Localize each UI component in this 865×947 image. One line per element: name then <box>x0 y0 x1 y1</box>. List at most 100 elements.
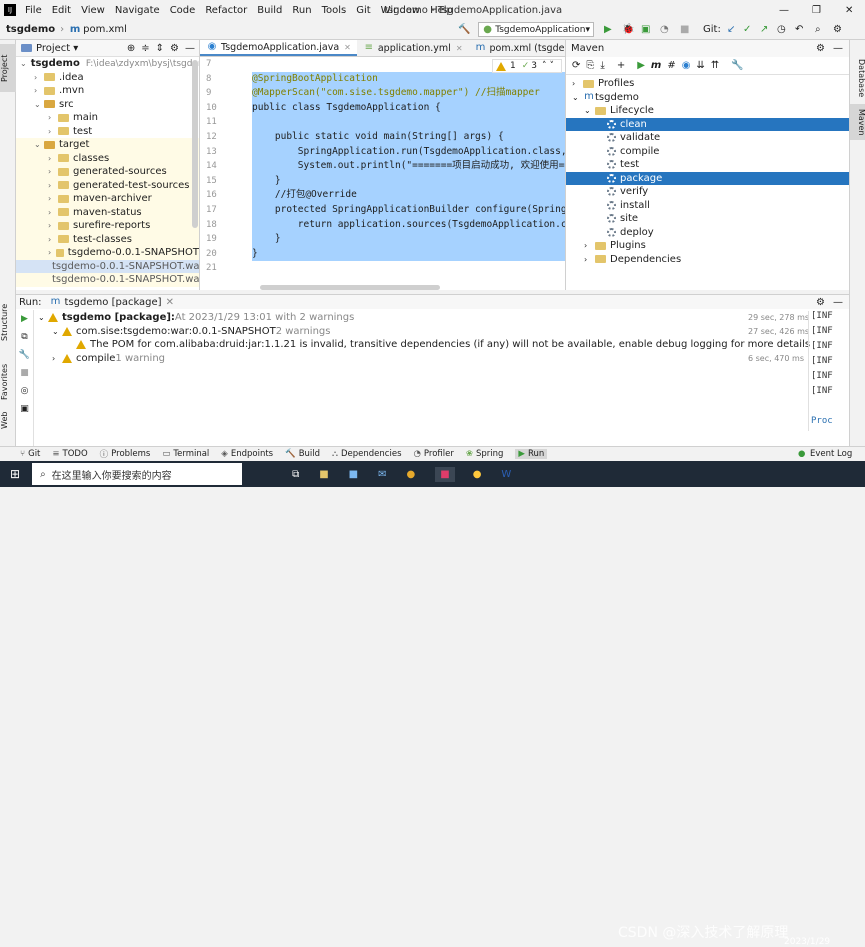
expand-arrow-icon[interactable]: › <box>584 241 595 250</box>
expand-arrow-icon[interactable]: › <box>48 208 58 217</box>
eye-icon[interactable]: ◎ <box>16 382 33 400</box>
gear-icon[interactable]: ⚙ <box>816 43 825 54</box>
maven-tree-item[interactable]: validate <box>566 131 849 145</box>
project-tree-item[interactable]: › surefire-reports <box>16 219 199 233</box>
project-tree-item[interactable]: › .idea <box>16 71 199 85</box>
project-tree-item[interactable]: › tsgdemo-0.0.1-SNAPSHOT <box>16 246 199 260</box>
expand-arrow-icon[interactable]: ⌄ <box>34 100 44 109</box>
expand-arrow-icon[interactable]: ⌄ <box>52 327 62 336</box>
bottom-tab[interactable]: ▭ Terminal <box>162 449 209 459</box>
camera-icon[interactable]: ▣ <box>16 400 33 418</box>
maven-tree-item[interactable]: deploy <box>566 226 849 240</box>
project-tree-item[interactable]: ⌄ src <box>16 98 199 112</box>
search-icon[interactable]: ⌕ <box>815 24 821 35</box>
stop-icon[interactable]: ■ <box>680 24 689 35</box>
execute-goal-icon[interactable]: m <box>651 60 661 71</box>
generate-sources-icon[interactable]: ⎘ <box>586 60 594 71</box>
locate-icon[interactable]: ⊕ <box>127 43 135 54</box>
app-icon[interactable]: ● <box>473 469 482 480</box>
skip-tests-icon[interactable]: ◉ <box>682 60 691 71</box>
collapse-icon[interactable]: ⇊ <box>696 60 704 71</box>
run-config-select[interactable]: ● TsgdemoApplication ▾ <box>478 22 594 37</box>
word-icon[interactable]: W <box>501 469 511 480</box>
chevron-up-icon[interactable]: ˄ <box>542 61 547 71</box>
run-tree-row[interactable]: › compile 1 warning 6 sec, 470 ms <box>38 352 818 366</box>
inspection-widget[interactable]: 1 ✓ 3 ˄ ˅ <box>492 59 562 73</box>
maven-tree-item[interactable]: clean <box>566 117 849 131</box>
profile-icon[interactable]: ◔ <box>660 24 669 35</box>
project-tree-item[interactable]: tsgdemo-0.0.1-SNAPSHOT.war <box>16 259 199 273</box>
maven-tree-item[interactable]: site <box>566 212 849 226</box>
project-tree-item[interactable]: › generated-test-sources <box>16 178 199 192</box>
expand-arrow-icon[interactable]: › <box>34 73 44 82</box>
expand-arrow-icon[interactable]: › <box>48 248 56 257</box>
breadcrumb-project[interactable]: tsgdemo <box>6 24 55 35</box>
toggle-offline-icon[interactable]: # <box>667 60 675 71</box>
expand-arrow-icon[interactable]: › <box>572 79 583 88</box>
project-tree-item[interactable]: › generated-sources <box>16 165 199 179</box>
run-tree-row[interactable]: ⌄ tsgdemo [package]: At 2023/1/29 13:01 w… <box>38 311 818 325</box>
expand-arrow-icon[interactable]: › <box>48 181 58 190</box>
settings-icon[interactable]: ⚙ <box>833 24 842 35</box>
rerun-icon[interactable]: ▶ <box>16 310 33 328</box>
project-tree-item[interactable]: tsgdemo-0.0.1-SNAPSHOT.war.or <box>16 273 199 287</box>
project-tree-item[interactable]: › maven-archiver <box>16 192 199 206</box>
project-scrollbar[interactable] <box>192 60 198 228</box>
hide-icon[interactable]: — <box>833 43 843 54</box>
maven-tree-item[interactable]: ⌄ m tsgdemo <box>566 91 849 105</box>
wrench-icon[interactable]: 🔧 <box>16 346 33 364</box>
chevron-down-icon[interactable]: ˅ <box>550 61 555 71</box>
menu-item[interactable]: View <box>76 5 110 16</box>
editor-hscrollbar[interactable] <box>260 285 440 290</box>
menu-item[interactable]: Run <box>287 5 316 16</box>
menu-item[interactable]: Build <box>252 5 287 16</box>
bottom-tab[interactable]: ◔ Profiler <box>414 449 454 459</box>
menu-item[interactable]: Tools <box>317 5 352 16</box>
project-tree-item[interactable]: › test <box>16 125 199 139</box>
breadcrumb-file[interactable]: pom.xml <box>83 24 127 35</box>
expand-arrow-icon[interactable]: › <box>48 127 58 136</box>
bottom-tab[interactable]: ❀ Spring <box>466 449 504 459</box>
expand-arrow-icon[interactable]: › <box>48 167 58 176</box>
expand-icon[interactable]: ⇈ <box>711 60 719 71</box>
close-icon[interactable]: ✕ <box>344 43 351 52</box>
project-tree-item[interactable]: ⌄tsgdemo F:\idea\zdyxm\bysj\tsgdemo <box>16 57 199 71</box>
bottom-tab[interactable]: ⓘ Problems <box>100 448 151 460</box>
bottom-tab[interactable]: ≡ TODO <box>52 449 87 459</box>
expand-arrow-icon[interactable]: › <box>48 194 58 203</box>
task-view-icon[interactable]: ⧉ <box>292 469 299 480</box>
expand-arrow-icon[interactable]: ⌄ <box>572 93 583 102</box>
run-tab[interactable]: tsgdemo [package] <box>65 297 162 308</box>
expand-icon[interactable]: ⇕ <box>156 43 164 54</box>
menu-item[interactable]: File <box>20 5 47 16</box>
maven-tree-item[interactable]: test <box>566 158 849 172</box>
minimize-button[interactable]: — <box>779 5 789 16</box>
maximize-button[interactable]: ❐ <box>812 5 821 16</box>
maven-tree-item[interactable]: package <box>566 171 849 185</box>
close-icon[interactable]: ✕ <box>456 44 463 53</box>
expand-arrow-icon[interactable]: ⌄ <box>34 140 44 149</box>
expand-arrow-icon[interactable]: › <box>48 154 58 163</box>
close-icon[interactable]: ✕ <box>166 297 174 308</box>
windows-start-icon[interactable]: ⊞ <box>10 467 20 481</box>
coverage-icon[interactable]: ▣ <box>641 24 650 35</box>
maven-tree-item[interactable]: › Plugins <box>566 239 849 253</box>
git-update-icon[interactable]: ↙ <box>727 24 735 35</box>
maven-tree-item[interactable]: › Dependencies <box>566 253 849 267</box>
intellij-icon[interactable]: ■ <box>435 466 455 482</box>
menu-item[interactable]: Refactor <box>200 5 252 16</box>
tool-tab-project[interactable]: Project <box>0 44 16 92</box>
expand-arrow-icon[interactable]: › <box>48 113 58 122</box>
tool-tab-favorites[interactable]: Favorites <box>0 358 16 406</box>
gear-icon[interactable]: ⚙ <box>170 43 179 54</box>
collapse-all-icon[interactable]: ≑ <box>141 43 149 54</box>
history-icon[interactable]: ◷ <box>777 24 786 35</box>
bottom-tab[interactable]: ▶ Run <box>515 449 548 459</box>
git-commit-icon[interactable]: ✓ <box>743 24 751 35</box>
bottom-tab[interactable]: 🔨 Build <box>285 449 320 459</box>
tool-tab-structure[interactable]: Structure <box>0 298 16 346</box>
code-area[interactable]: @SpringBootApplication @MapperScan("com.s… <box>252 57 565 290</box>
project-tree-item[interactable]: › main <box>16 111 199 125</box>
project-tree-item[interactable]: › .mvn <box>16 84 199 98</box>
editor-tab[interactable]: ≡ application.yml ✕ <box>357 40 469 56</box>
